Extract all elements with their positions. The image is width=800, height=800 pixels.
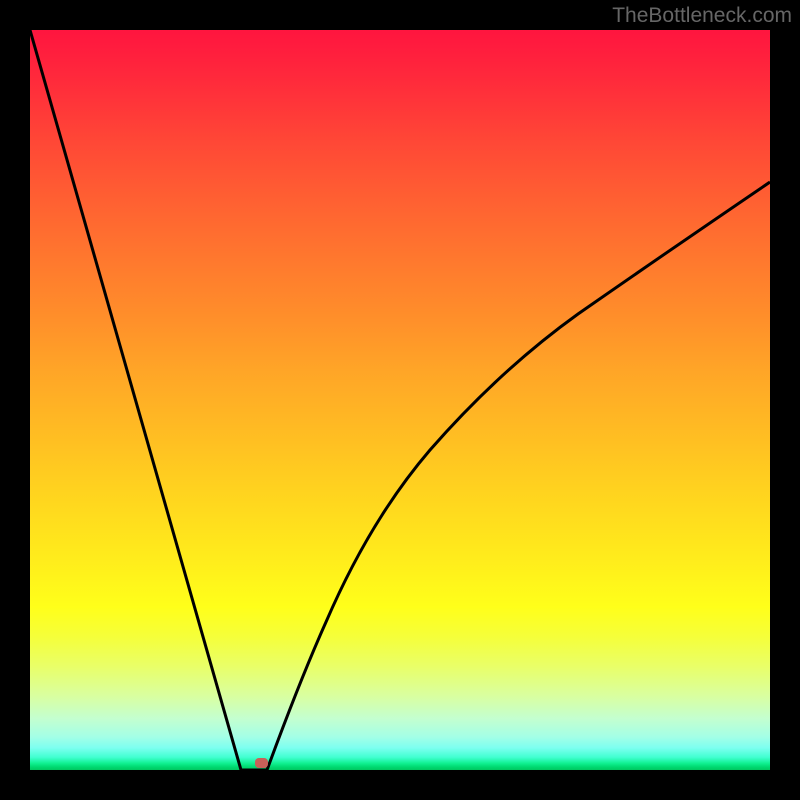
curve-left-branch xyxy=(30,30,241,770)
bottleneck-curve xyxy=(30,30,770,770)
attribution-text: TheBottleneck.com xyxy=(612,4,792,28)
plot-area xyxy=(30,30,770,770)
chart-frame: TheBottleneck.com xyxy=(0,0,800,800)
curve-right-branch xyxy=(267,182,770,770)
current-config-marker xyxy=(255,758,268,768)
